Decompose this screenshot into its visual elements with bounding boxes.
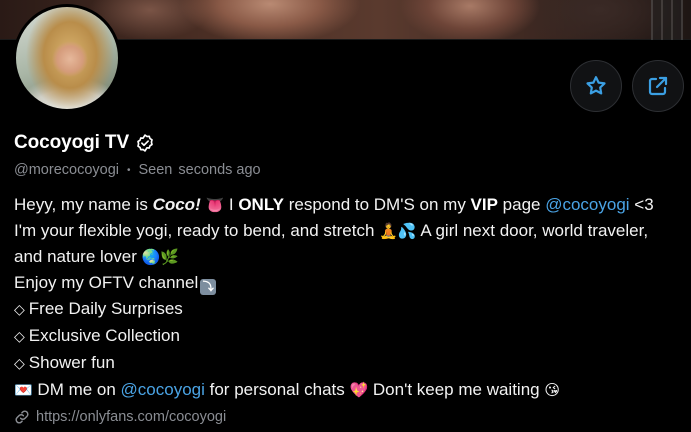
bio-line-2: I'm your flexible yogi, ready to bend, a… xyxy=(14,221,649,240)
bio-line-4: Enjoy my OFTV channel ⤵ xyxy=(14,270,684,296)
bio-name: Coco! xyxy=(152,195,201,214)
mention-link[interactable]: @cocoyogi xyxy=(545,195,629,214)
diamond-icon: ◇ xyxy=(14,302,25,318)
bio-line-7: ◇ Shower fun xyxy=(14,353,115,372)
cover-detail xyxy=(651,0,683,40)
favorite-button[interactable] xyxy=(570,60,622,112)
love-letter-emoji-icon: 💌 xyxy=(14,381,33,399)
link-icon xyxy=(15,410,29,424)
seen-time: seconds ago xyxy=(178,162,261,178)
kiss-emoji-icon: 😘 xyxy=(544,381,560,399)
sparkling-heart-emoji-icon: 💖 xyxy=(349,381,369,399)
globe-emoji-icon: 🌏 xyxy=(141,248,161,266)
herb-emoji-icon: 🌿 xyxy=(160,248,179,266)
diamond-icon: ◇ xyxy=(14,329,25,345)
profile-page: Cocoyogi TV @morecocoyogi • Seen seconds… xyxy=(0,0,691,432)
seen-label: Seen xyxy=(138,162,173,178)
profile-name: Cocoyogi TV xyxy=(14,132,130,153)
bio-line-6: ◇ Exclusive Collection xyxy=(14,326,180,345)
bio-line-3: and nature lover 🌏🌿 xyxy=(14,247,179,266)
bio-line-5: ◇ Free Daily Surprises xyxy=(14,299,183,318)
avatar[interactable] xyxy=(13,4,121,112)
share-button[interactable] xyxy=(632,60,684,112)
bio-line-8: 💌 DM me on @cocoyogi for personal chats … xyxy=(14,380,560,399)
profile-meta: @morecocoyogi • Seen seconds ago xyxy=(14,160,261,180)
share-icon xyxy=(648,76,668,96)
verified-badge-icon xyxy=(135,133,155,153)
profile-handle[interactable]: @morecocoyogi xyxy=(14,162,119,178)
star-icon xyxy=(586,76,606,95)
profile-link-text[interactable]: https://onlyfans.com/cocoyogi xyxy=(36,409,226,425)
tongue-emoji-icon: 👅 xyxy=(205,196,225,214)
diamond-icon: ◇ xyxy=(14,356,25,372)
sweat-drops-emoji-icon: 💦 xyxy=(397,222,417,240)
profile-bio: Heyy, my name is Coco! 👅 I ONLY respond … xyxy=(14,192,684,403)
separator-dot: • xyxy=(126,164,131,176)
profile-link[interactable]: https://onlyfans.com/cocoyogi xyxy=(14,406,226,428)
arrow-down-emoji-icon: ⤵ xyxy=(200,279,217,295)
yoga-emoji-icon: 🧘 xyxy=(379,222,398,240)
profile-name-row: Cocoyogi TV xyxy=(14,130,155,156)
bio-line-1: Heyy, my name is Coco! 👅 I ONLY respond … xyxy=(14,195,654,214)
mention-link[interactable]: @cocoyogi xyxy=(121,380,205,399)
